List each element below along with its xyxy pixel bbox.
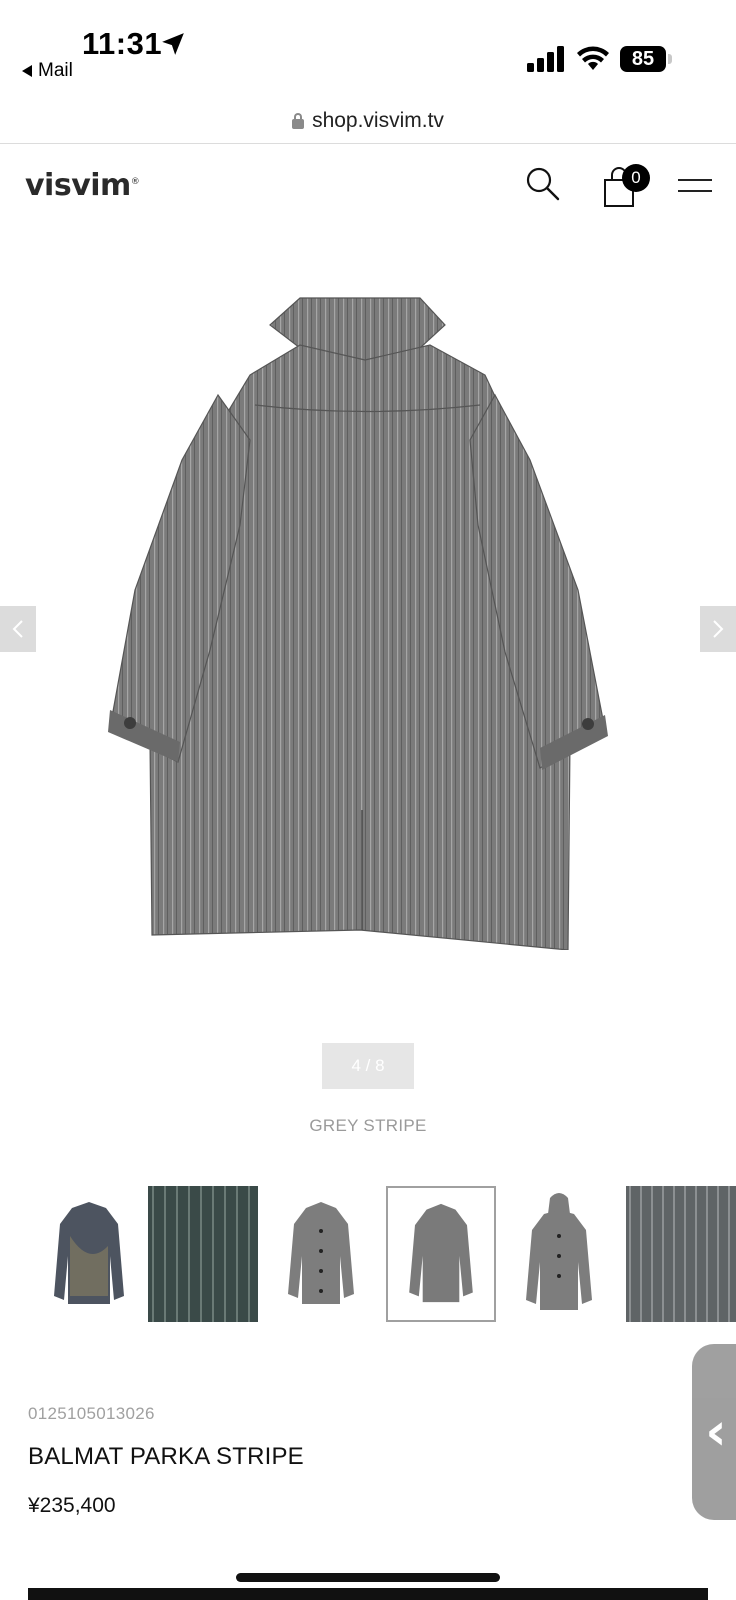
thumbnail-1[interactable] bbox=[34, 1186, 144, 1322]
home-indicator[interactable] bbox=[236, 1573, 500, 1582]
image-counter: 4 / 8 bbox=[322, 1043, 414, 1089]
side-panel-tab[interactable]: ‹ bbox=[692, 1344, 736, 1520]
lock-icon bbox=[292, 112, 305, 129]
thumbnail-4-selected[interactable] bbox=[386, 1186, 496, 1322]
product-name: BALMAT PARKA STRIPE bbox=[28, 1443, 304, 1470]
thumbnail-3[interactable] bbox=[266, 1186, 376, 1322]
thumbnail-5[interactable] bbox=[504, 1186, 614, 1322]
chevron-right-icon bbox=[713, 620, 724, 638]
thumbnail-coat-back-grey bbox=[409, 1203, 473, 1303]
thumbnail-2[interactable] bbox=[148, 1186, 258, 1322]
product-sku: 0125105013026 bbox=[28, 1404, 155, 1423]
thumbnail-6[interactable] bbox=[626, 1186, 736, 1322]
back-triangle-icon bbox=[22, 65, 32, 77]
thumbnail-coat-hooded-grey bbox=[526, 1193, 592, 1310]
registered-mark: ® bbox=[130, 177, 140, 187]
back-app-label: Mail bbox=[38, 60, 73, 81]
add-to-cart-bar[interactable] bbox=[28, 1588, 708, 1600]
status-time: 11:31 bbox=[82, 26, 163, 61]
url-text: shop.visvim.tv bbox=[312, 108, 444, 132]
product-image[interactable] bbox=[100, 290, 630, 950]
hamburger-menu-icon[interactable] bbox=[678, 176, 712, 198]
wifi-icon bbox=[577, 46, 609, 70]
thumbnail-fabric-grey bbox=[626, 1186, 736, 1322]
url-bar[interactable]: shop.visvim.tv bbox=[0, 98, 736, 144]
battery-level: 85 bbox=[620, 46, 666, 72]
location-arrow-icon bbox=[162, 33, 184, 55]
cellular-signal-icon bbox=[527, 46, 564, 72]
cart-button[interactable]: 0 bbox=[603, 164, 653, 208]
previous-image-button[interactable] bbox=[0, 606, 36, 652]
next-image-button[interactable] bbox=[700, 606, 736, 652]
thumbnail-coat-front-dyed bbox=[54, 1202, 124, 1304]
product-price: ¥235,400 bbox=[28, 1494, 116, 1517]
chevron-left-icon: ‹ bbox=[705, 1402, 727, 1462]
battery-nub bbox=[668, 54, 672, 64]
site-logo[interactable]: visvim® bbox=[25, 168, 140, 203]
cart-count-badge: 0 bbox=[622, 164, 650, 192]
back-to-app-link[interactable]: Mail bbox=[22, 60, 73, 82]
thumbnail-fabric-dark bbox=[148, 1186, 258, 1322]
thumbnail-coat-front-grey bbox=[288, 1202, 354, 1304]
color-name: GREY STRIPE bbox=[309, 1116, 427, 1135]
battery-indicator: 85 bbox=[620, 46, 672, 72]
status-bar: 11:31 Mail 85 bbox=[0, 0, 736, 100]
site-header: visvim® 0 bbox=[0, 146, 736, 226]
chevron-left-icon bbox=[12, 620, 23, 638]
search-icon[interactable] bbox=[525, 166, 561, 202]
